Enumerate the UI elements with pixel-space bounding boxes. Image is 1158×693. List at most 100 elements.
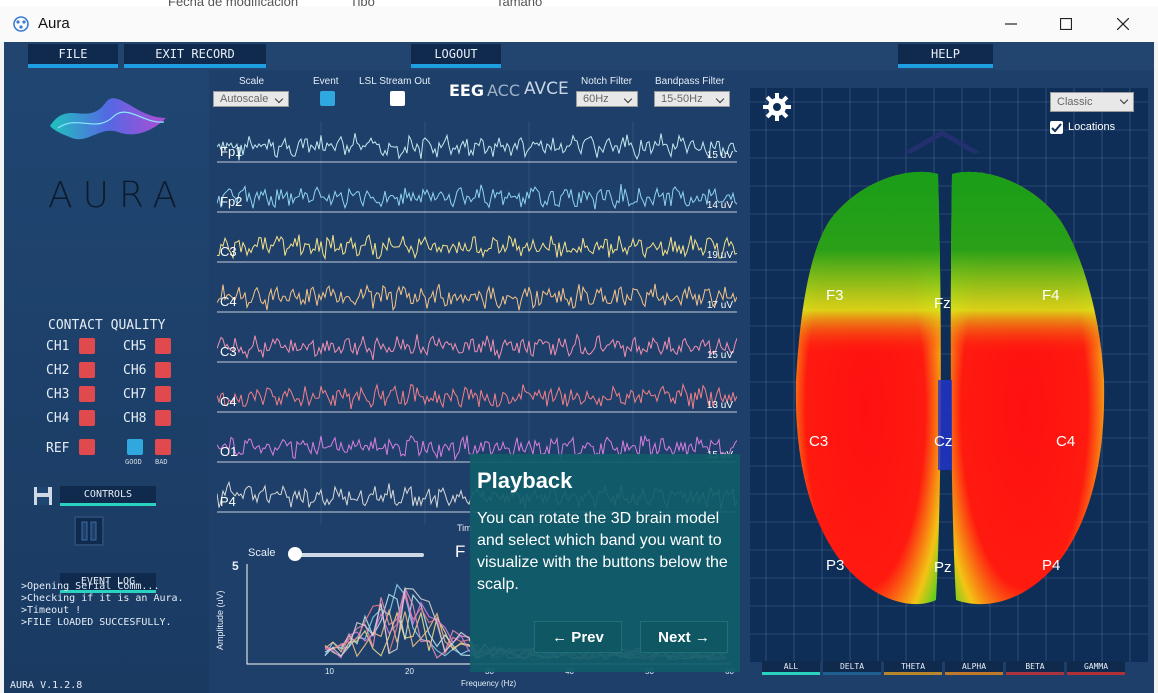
version-label: AURA V.1.2.8 <box>10 680 83 691</box>
minimize-icon <box>1005 23 1017 25</box>
electrode-c3: C3 <box>809 433 829 450</box>
legend-good-label: GOOD <box>125 458 142 466</box>
electrode-pz: Pz <box>934 559 952 576</box>
eeg-channel-name: C3 <box>220 244 237 259</box>
channel-label-7: CH7 <box>123 387 147 402</box>
eeg-channel-scale: 14 uV <box>706 200 733 211</box>
notch-filter-select[interactable]: 60Hz <box>576 91 638 107</box>
event-toggle[interactable] <box>320 91 335 106</box>
spectrum-scale-track[interactable] <box>291 553 424 557</box>
bandpass-filter-label: Bandpass Filter <box>655 76 725 87</box>
channel-label-4: CH4 <box>46 411 70 426</box>
eeg-channel-name: P4 <box>220 494 236 509</box>
band-delta-button[interactable]: DELTA <box>823 661 881 675</box>
eeg-channel-scale: 19 uV <box>706 250 733 261</box>
controls-button[interactable]: CONTROLS <box>60 486 156 506</box>
save-icon[interactable] <box>33 486 53 506</box>
tooltip-title: Playback <box>477 468 573 493</box>
maximize-icon <box>1060 18 1072 30</box>
channel-label-8: CH8 <box>123 411 147 426</box>
electrode-cz: Cz <box>934 433 953 450</box>
close-icon <box>1117 18 1129 30</box>
log-line: >Checking if it is an Aura. <box>21 593 184 604</box>
spectrum-y-axis-label: Amplitude (uV) <box>215 590 225 650</box>
log-line: >Opening Serial Comm... <box>21 581 160 592</box>
mode-acc[interactable]: ACC <box>487 81 520 100</box>
channel-4-status <box>79 410 95 426</box>
tooltip-body: You can rotate the 3D brain model and se… <box>477 510 728 593</box>
mode-eeg[interactable]: EEG <box>449 81 484 100</box>
eeg-trace-1 <box>217 183 737 210</box>
scale-select[interactable]: Autoscale <box>213 91 289 107</box>
window-title: Aura <box>38 15 70 32</box>
ref-label: REF <box>46 441 70 456</box>
pause-icon <box>81 521 97 541</box>
bandpass-filter-select[interactable]: 15-50Hz <box>654 91 730 107</box>
eeg-trace-0 <box>217 133 737 161</box>
band-all-button[interactable]: ALL <box>762 661 820 675</box>
scale-label: Scale <box>239 76 265 87</box>
spectrum-x-axis-label: Frequency (Hz) <box>461 679 517 688</box>
spectrum-x-tick: 20 <box>405 667 414 676</box>
electrode-p4: P4 <box>1042 557 1061 574</box>
channel-5-status <box>155 338 171 354</box>
help-button[interactable]: HELP <box>898 44 993 68</box>
band-theta-button[interactable]: THETA <box>884 661 942 675</box>
electrode-c4: C4 <box>1056 433 1076 450</box>
left-panel: AURA CONTACT QUALITY CH1 CH2 CH3 CH4 CH5… <box>4 70 209 693</box>
eeg-channel-name: C3 <box>220 344 237 359</box>
svg-text:Amplitude (uV): Amplitude (uV) <box>215 590 225 650</box>
spectrum-scale-thumb[interactable] <box>288 547 302 561</box>
maximize-button[interactable] <box>1043 10 1089 38</box>
eeg-channel-scale: 13 uV <box>706 400 733 411</box>
channel-label-3: CH3 <box>46 387 70 402</box>
channel-3-status <box>79 386 95 402</box>
mode-avce[interactable]: AVCE <box>524 79 569 99</box>
gear-icon[interactable] <box>762 92 792 122</box>
legend-bad-swatch <box>155 439 171 455</box>
eeg-trace-5 <box>217 382 737 410</box>
channel-label-6: CH6 <box>123 363 147 378</box>
rotate-up-icon[interactable] <box>900 126 984 156</box>
title-bar: Aura <box>0 6 1158 42</box>
eeg-channel-name: C4 <box>220 294 237 309</box>
eeg-channel-scale: 15 uV <box>706 350 733 361</box>
channel-1-status <box>79 338 95 354</box>
eeg-trace-4 <box>217 333 737 361</box>
file-menu-button[interactable]: FILE <box>28 44 118 68</box>
channel-label-5: CH5 <box>123 339 147 354</box>
eeg-channel-name: C4 <box>220 394 237 409</box>
minimize-button[interactable] <box>988 10 1034 38</box>
locations-checkbox[interactable] <box>1050 121 1063 134</box>
band-beta-button[interactable]: BETA <box>1006 661 1064 675</box>
channel-2-status <box>79 362 95 378</box>
aura-logo-icon <box>50 98 166 140</box>
channel-label-2: CH2 <box>46 363 70 378</box>
band-gamma-button[interactable]: GAMMA <box>1067 661 1125 675</box>
exit-record-button[interactable]: EXIT RECORD <box>124 44 266 68</box>
electrode-p3: P3 <box>826 557 845 574</box>
electrode-f4: F4 <box>1042 287 1060 304</box>
eeg-trace-3 <box>217 283 737 312</box>
checkmark-icon <box>1051 123 1062 133</box>
spectrum-title: F <box>455 542 466 561</box>
pause-button[interactable] <box>74 516 104 546</box>
spectrum-y-max: 5 <box>232 559 239 573</box>
notch-filter-label: Notch Filter <box>581 76 633 87</box>
band-alpha-button[interactable]: ALPHA <box>945 661 1003 675</box>
logout-button[interactable]: LOGOUT <box>411 44 501 68</box>
view-select[interactable]: Classic <box>1050 92 1134 112</box>
tooltip-prev-button[interactable]: ← Prev <box>534 621 622 653</box>
locations-label: Locations <box>1068 121 1116 133</box>
eeg-channel-name: Fp1 <box>220 144 243 159</box>
tooltip-next-button[interactable]: Next → <box>640 621 728 653</box>
lsl-label: LSL Stream Out <box>359 76 431 87</box>
brand-name: AURA <box>48 175 188 216</box>
close-button[interactable] <box>1100 10 1146 38</box>
legend-good-swatch <box>127 439 143 455</box>
log-line: >FILE LOADED SUCCESFULLY. <box>21 617 172 628</box>
tutorial-tooltip: Playback You can rotate the 3D brain mod… <box>470 454 740 672</box>
lsl-checkbox[interactable] <box>390 91 405 106</box>
eeg-channel-scale: 17 uV <box>706 300 733 311</box>
ref-status <box>79 439 95 455</box>
